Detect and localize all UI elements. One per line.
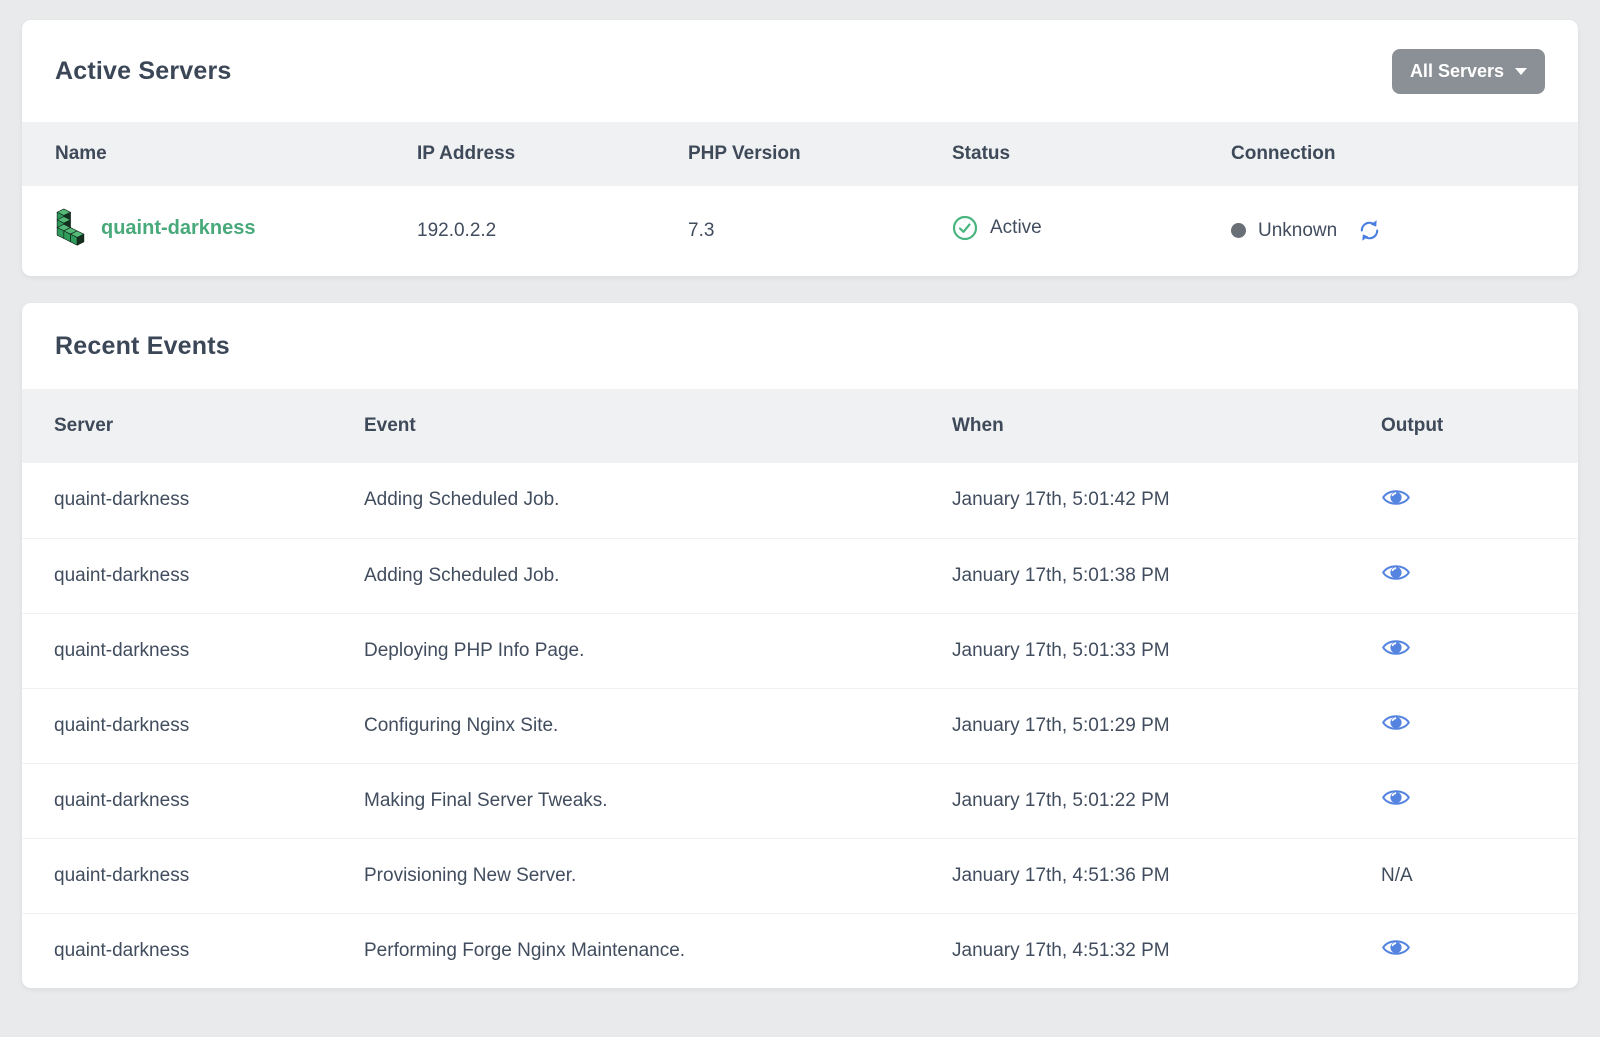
server-table-row: quaint-darkness 192.0.2.2 7.3 Active Unk… bbox=[22, 186, 1578, 276]
event-when-cell: January 17th, 5:01:33 PM bbox=[920, 613, 1349, 688]
all-servers-dropdown-button[interactable]: All Servers bbox=[1392, 49, 1545, 94]
event-output-cell bbox=[1349, 463, 1578, 538]
col-header-server: Server bbox=[22, 389, 332, 463]
refresh-connection-icon[interactable] bbox=[1357, 218, 1382, 243]
servers-table-header-row: Name IP Address PHP Version Status Conne… bbox=[22, 122, 1578, 186]
event-description-cell: Adding Scheduled Job. bbox=[332, 538, 920, 613]
event-server-cell: quaint-darkness bbox=[22, 613, 332, 688]
col-header-name: Name bbox=[22, 122, 384, 186]
page-title: Active Servers bbox=[55, 57, 232, 86]
event-when-cell: January 17th, 4:51:36 PM bbox=[920, 838, 1349, 913]
events-table: Server Event When Output quaint-darkness… bbox=[22, 389, 1578, 988]
recent-events-header: Recent Events bbox=[22, 303, 1578, 389]
event-output-cell bbox=[1349, 913, 1578, 988]
event-server-cell: quaint-darkness bbox=[22, 463, 332, 538]
recent-events-title: Recent Events bbox=[55, 332, 230, 361]
servers-tbody: quaint-darkness 192.0.2.2 7.3 Active Unk… bbox=[22, 186, 1578, 276]
event-description-cell: Adding Scheduled Job. bbox=[332, 463, 920, 538]
server-cubes-icon bbox=[55, 207, 86, 249]
event-server-cell: quaint-darkness bbox=[22, 763, 332, 838]
chevron-down-icon bbox=[1515, 68, 1527, 75]
view-output-eye-icon[interactable] bbox=[1381, 562, 1411, 583]
event-when-cell: January 17th, 5:01:22 PM bbox=[920, 763, 1349, 838]
col-header-status: Status bbox=[919, 122, 1198, 186]
event-output-cell bbox=[1349, 763, 1578, 838]
col-header-php: PHP Version bbox=[655, 122, 919, 186]
view-output-eye-icon[interactable] bbox=[1381, 637, 1411, 658]
col-header-output: Output bbox=[1349, 389, 1578, 463]
view-output-eye-icon[interactable] bbox=[1381, 937, 1411, 958]
server-status-label: Active bbox=[990, 217, 1042, 239]
event-server-cell: quaint-darkness bbox=[22, 538, 332, 613]
col-header-event: Event bbox=[332, 389, 920, 463]
event-table-row: quaint-darkness Adding Scheduled Job. Ja… bbox=[22, 463, 1578, 538]
server-php-cell: 7.3 bbox=[655, 186, 919, 276]
event-description-cell: Provisioning New Server. bbox=[332, 838, 920, 913]
active-servers-header: Active Servers All Servers bbox=[22, 20, 1578, 122]
recent-events-panel: Recent Events Server Event When Output q… bbox=[22, 303, 1578, 988]
event-server-cell: quaint-darkness bbox=[22, 838, 332, 913]
view-output-eye-icon[interactable] bbox=[1381, 487, 1411, 508]
event-output-cell bbox=[1349, 538, 1578, 613]
connection-unknown-dot-icon bbox=[1231, 223, 1246, 238]
event-output-cell bbox=[1349, 613, 1578, 688]
server-name-link[interactable]: quaint-darkness bbox=[55, 207, 255, 249]
col-header-ip: IP Address bbox=[384, 122, 655, 186]
events-table-header-row: Server Event When Output bbox=[22, 389, 1578, 463]
event-when-cell: January 17th, 5:01:42 PM bbox=[920, 463, 1349, 538]
all-servers-dropdown-label: All Servers bbox=[1410, 61, 1504, 82]
event-table-row: quaint-darkness Making Final Server Twea… bbox=[22, 763, 1578, 838]
event-table-row: quaint-darkness Configuring Nginx Site. … bbox=[22, 688, 1578, 763]
event-server-cell: quaint-darkness bbox=[22, 913, 332, 988]
event-table-row: quaint-darkness Adding Scheduled Job. Ja… bbox=[22, 538, 1578, 613]
event-table-row: quaint-darkness Performing Forge Nginx M… bbox=[22, 913, 1578, 988]
col-header-connection: Connection bbox=[1198, 122, 1578, 186]
server-connection-cell: Unknown bbox=[1198, 186, 1578, 276]
event-when-cell: January 17th, 4:51:32 PM bbox=[920, 913, 1349, 988]
events-tbody: quaint-darkness Adding Scheduled Job. Ja… bbox=[22, 463, 1578, 988]
active-servers-panel: Active Servers All Servers Name IP Addre… bbox=[22, 20, 1578, 276]
server-name-label: quaint-darkness bbox=[101, 217, 255, 240]
status-active-check-icon bbox=[952, 215, 978, 241]
server-connection-label: Unknown bbox=[1258, 220, 1337, 242]
col-header-when: When bbox=[920, 389, 1349, 463]
event-table-row: quaint-darkness Provisioning New Server.… bbox=[22, 838, 1578, 913]
event-output-cell: N/A bbox=[1349, 838, 1578, 913]
servers-table: Name IP Address PHP Version Status Conne… bbox=[22, 122, 1578, 276]
output-na-label: N/A bbox=[1381, 865, 1413, 886]
event-description-cell: Configuring Nginx Site. bbox=[332, 688, 920, 763]
event-server-cell: quaint-darkness bbox=[22, 688, 332, 763]
server-status-cell: Active bbox=[919, 186, 1198, 276]
event-when-cell: January 17th, 5:01:29 PM bbox=[920, 688, 1349, 763]
view-output-eye-icon[interactable] bbox=[1381, 787, 1411, 808]
event-when-cell: January 17th, 5:01:38 PM bbox=[920, 538, 1349, 613]
event-description-cell: Deploying PHP Info Page. bbox=[332, 613, 920, 688]
event-output-cell bbox=[1349, 688, 1578, 763]
event-description-cell: Performing Forge Nginx Maintenance. bbox=[332, 913, 920, 988]
view-output-eye-icon[interactable] bbox=[1381, 712, 1411, 733]
event-table-row: quaint-darkness Deploying PHP Info Page.… bbox=[22, 613, 1578, 688]
event-description-cell: Making Final Server Tweaks. bbox=[332, 763, 920, 838]
server-ip-cell: 192.0.2.2 bbox=[384, 186, 655, 276]
